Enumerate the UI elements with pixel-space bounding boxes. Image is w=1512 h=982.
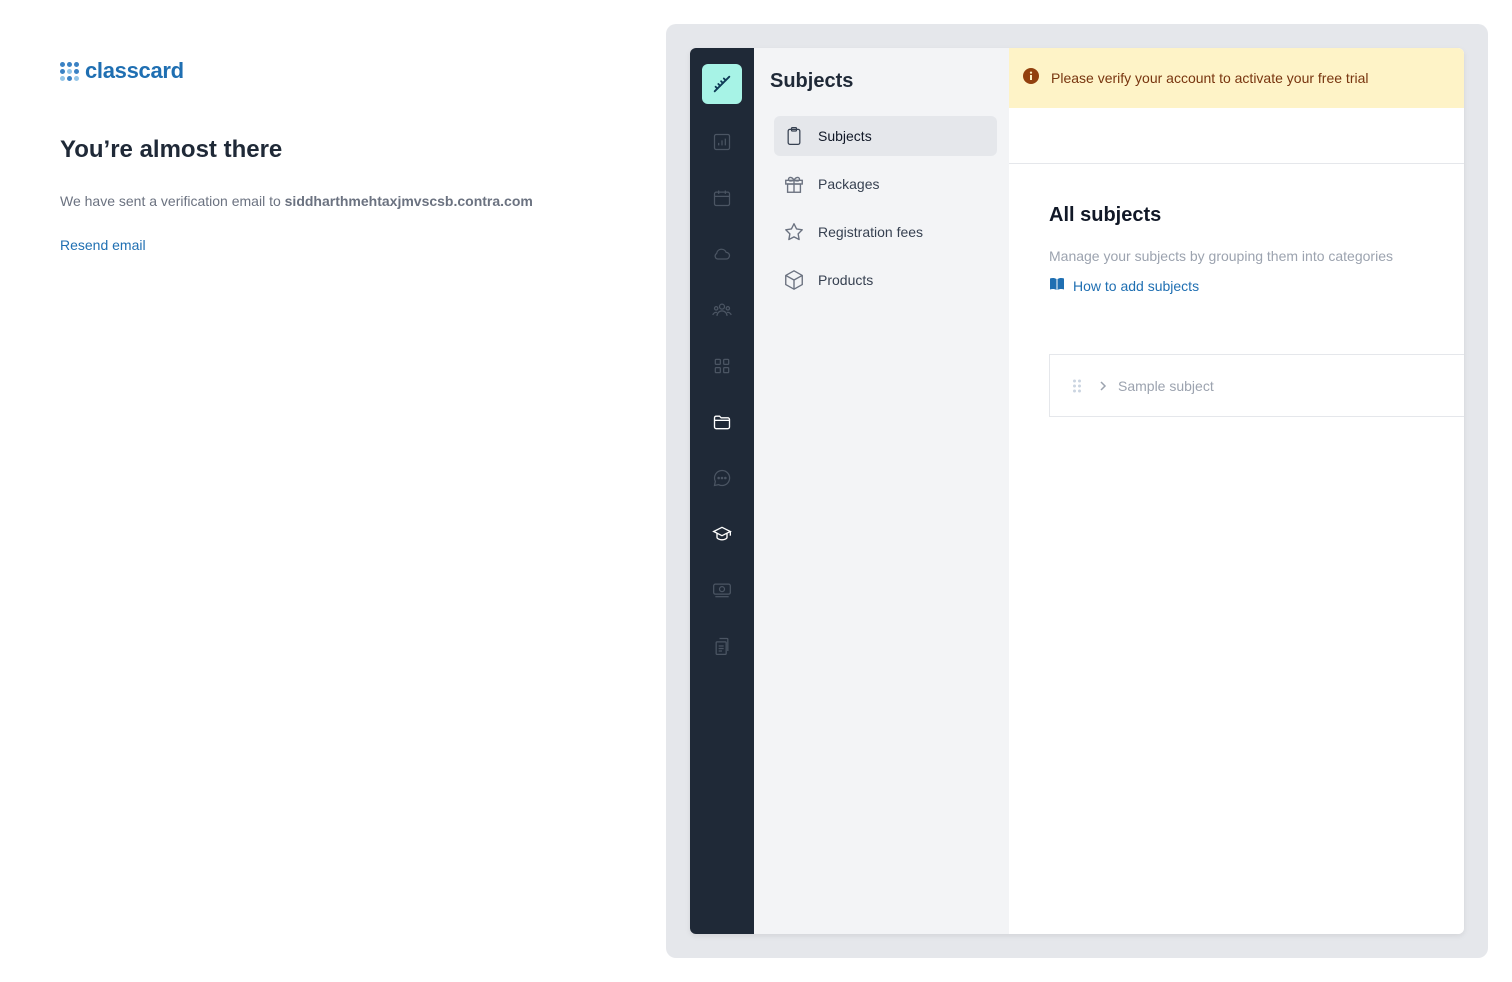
subnav-item-products[interactable]: Products — [774, 260, 997, 300]
verification-message-prefix: We have sent a verification email to — [60, 193, 285, 209]
drag-handle-icon[interactable] — [1070, 378, 1084, 394]
info-icon — [1023, 67, 1039, 89]
reports-icon[interactable] — [710, 130, 734, 154]
subnav-item-subjects[interactable]: Subjects — [774, 116, 997, 156]
how-to-add-subjects-link[interactable]: How to add subjects — [1049, 277, 1199, 294]
subnav-item-label: Subjects — [818, 128, 872, 144]
classcard-logo: classcard — [60, 58, 184, 84]
box-icon — [782, 268, 806, 292]
calendar-icon[interactable] — [710, 186, 734, 210]
cloud-icon[interactable] — [710, 242, 734, 266]
subnav-item-label: Products — [818, 272, 874, 288]
payments-icon[interactable] — [710, 578, 734, 602]
clipboard-icon — [782, 124, 806, 148]
logo-text: classcard — [85, 58, 184, 83]
top-bar — [1009, 108, 1464, 164]
gift-icon — [782, 172, 806, 196]
documents-icon[interactable] — [710, 634, 734, 658]
star-icon — [782, 220, 806, 244]
subnav-item-label: Packages — [818, 176, 880, 192]
logo-dots-icon — [60, 61, 79, 81]
brand-tool-icon[interactable] — [702, 64, 742, 104]
icon-rail — [690, 48, 754, 934]
verify-banner: Please verify your account to activate y… — [1009, 48, 1464, 108]
folder-icon[interactable] — [710, 410, 734, 434]
subnav-item-label: Registration fees — [818, 224, 924, 240]
graduation-cap-icon[interactable] — [710, 522, 734, 546]
how-to-add-subjects-label: How to add subjects — [1073, 277, 1200, 294]
chevron-right-icon[interactable] — [1098, 378, 1108, 394]
app-preview: Subjects Subjects Packages Registration … — [690, 48, 1464, 934]
subject-name: Sample subject — [1118, 377, 1214, 394]
verify-banner-text: Please verify your account to activate y… — [1051, 70, 1369, 86]
subjects-subnav: Subjects Subjects Packages Registration … — [754, 48, 1009, 934]
book-icon — [1049, 277, 1065, 294]
app-preview-frame: Subjects Subjects Packages Registration … — [666, 24, 1488, 958]
chat-icon[interactable] — [710, 466, 734, 490]
page-title: You’re almost there — [60, 136, 283, 163]
apps-icon[interactable] — [710, 354, 734, 378]
verification-message: We have sent a verification email to sid… — [60, 193, 533, 209]
main-content: Please verify your account to activate y… — [1009, 48, 1464, 934]
verification-email: siddharthmehtaxjmvscsb.contra.com — [284, 193, 533, 209]
main-description: Manage your subjects by grouping them in… — [1049, 248, 1393, 264]
resend-email-link[interactable]: Resend email — [60, 237, 146, 253]
subject-row[interactable]: Sample subject — [1049, 354, 1464, 417]
subnav-title: Subjects — [770, 70, 854, 92]
subnav-item-registration-fees[interactable]: Registration fees — [774, 212, 997, 252]
subnav-item-packages[interactable]: Packages — [774, 164, 997, 204]
main-title: All subjects — [1049, 204, 1162, 226]
people-icon[interactable] — [710, 298, 734, 322]
